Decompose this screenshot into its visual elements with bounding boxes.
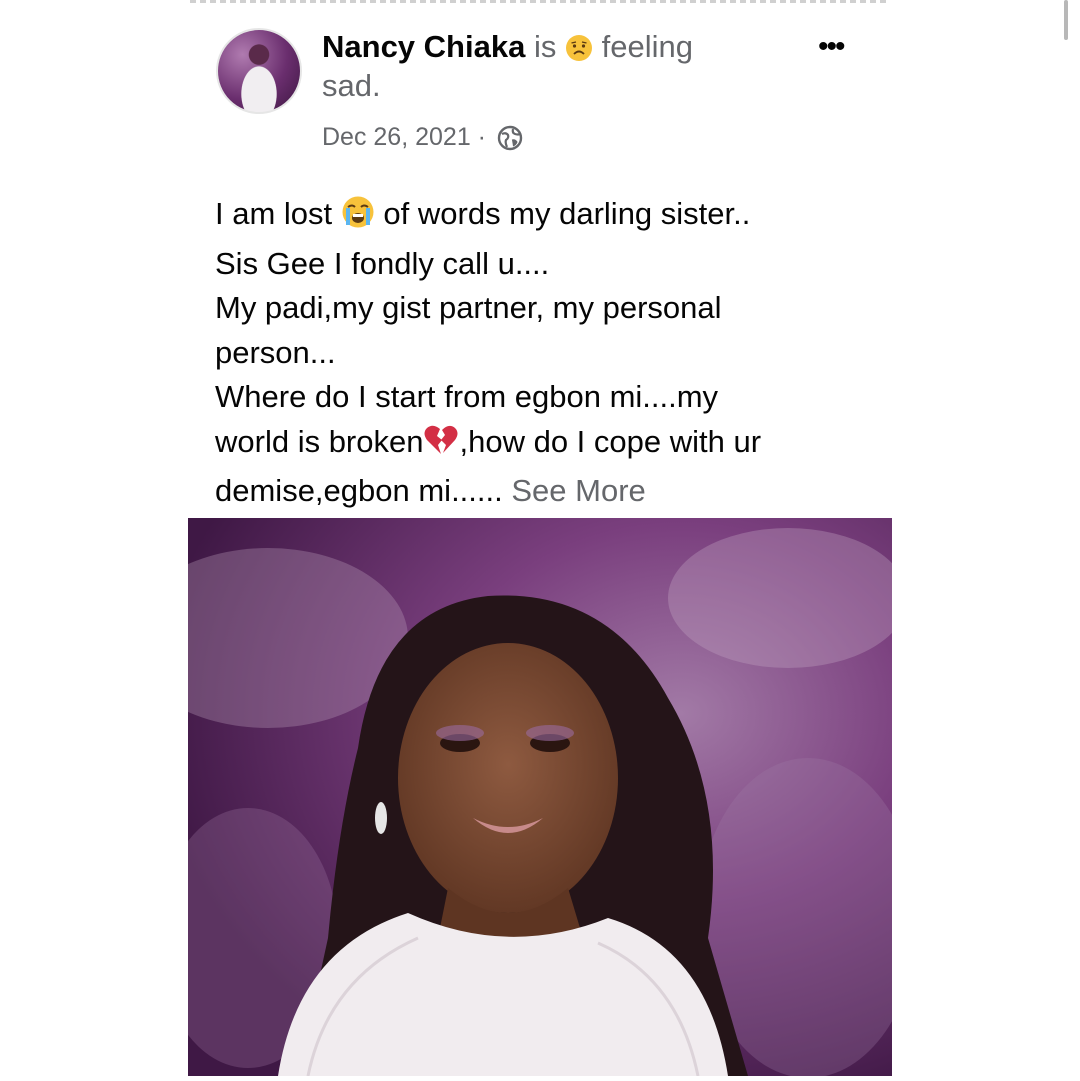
loudly-crying-face-icon	[341, 195, 375, 242]
scrollbar[interactable]	[1064, 0, 1068, 40]
meta-separator: ·	[477, 123, 486, 151]
feeling-word: feeling	[601, 29, 693, 64]
status-prefix: is	[533, 29, 557, 64]
post-date[interactable]: Dec 26, 2021	[322, 123, 471, 151]
author-name[interactable]: Nancy Chiaka	[322, 29, 525, 64]
post-meta: Dec 26, 2021 ·	[322, 122, 523, 158]
post-body: I am lost of words my darling sister.. S…	[215, 192, 895, 514]
post-text-line: Where do I start from egbon mi....my	[215, 379, 719, 414]
author-avatar[interactable]	[216, 28, 302, 114]
post-photo-graphic	[188, 518, 892, 1076]
post-header: Nancy Chiaka is feeling sad.	[322, 30, 782, 103]
broken-heart-icon	[423, 423, 459, 470]
post-text-line: demise,egbon mi...... See More	[215, 469, 895, 514]
sad-face-icon	[565, 34, 593, 69]
post-text-segment: world is broken	[215, 423, 424, 459]
post-text-segment: I am lost	[215, 196, 333, 231]
post-text-segment: of words my darling sister..	[383, 196, 751, 231]
post-photo[interactable]	[188, 518, 892, 1076]
see-more-link[interactable]: See More	[511, 473, 645, 508]
post-text-segment: demise,egbon mi......	[215, 473, 503, 508]
more-options-button[interactable]: •••	[818, 30, 845, 64]
post-text-line: person...	[215, 334, 336, 370]
feeling-value[interactable]: sad.	[322, 68, 381, 103]
globe-icon[interactable]	[497, 125, 523, 158]
post-text-line: My padi,my gist partner, my personal	[215, 290, 722, 325]
post-top-divider	[190, 0, 890, 3]
post-text-line: Sis Gee I fondly call u....	[215, 245, 550, 281]
post-text-line: world is broken ,how do I cope with ur	[215, 420, 895, 470]
post-text-segment: ,how do I cope with ur	[459, 423, 762, 459]
post-text-line: I am lost of words my darling sister..	[215, 192, 895, 242]
